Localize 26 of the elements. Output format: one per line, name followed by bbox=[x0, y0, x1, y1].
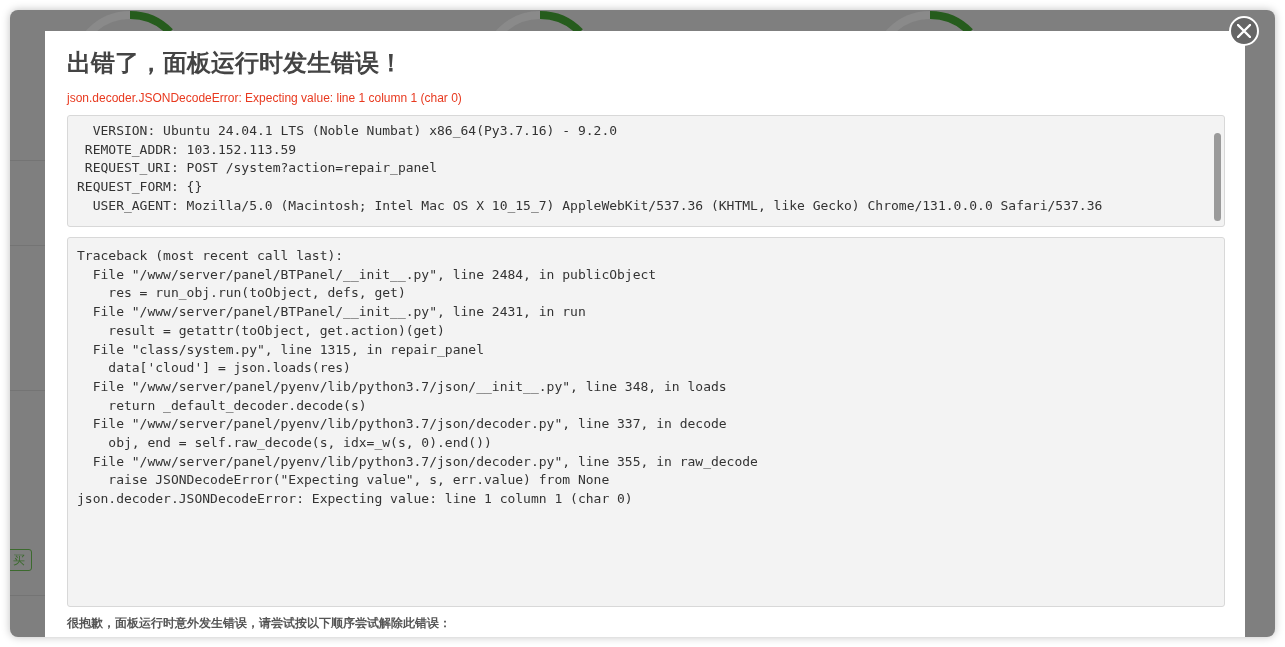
traceback-line: File "/www/server/panel/pyenv/lib/python3.7/json/decoder.py", line 337, in decode bbox=[91, 415, 727, 434]
traceback-line: File "/www/server/panel/BTPanel/__init__.py", line 2431, in run bbox=[91, 303, 586, 322]
request-info-line: USER_AGENT: Mozilla/5.0 (Macintosh; Intel Mac OS X 10_15_7) AppleWebKit/537.36 (KHTML, like Gecko) Chrome/131.0.0.0 Safari/537.36 bbox=[91, 196, 1103, 215]
scrollbar-thumb[interactable] bbox=[1214, 133, 1221, 221]
traceback-line: raise JSONDecodeError("Expecting value", s, err.value) from None bbox=[107, 471, 610, 490]
request-info-line: REQUEST_URI: POST /system?action=repair_panel bbox=[83, 159, 438, 178]
traceback-line: File "class/system.py", line 1315, in repair_panel bbox=[91, 340, 484, 359]
request-info-line: REQUEST_FORM: {} bbox=[77, 178, 203, 197]
traceback-line: return _default_decoder.decode(s) bbox=[107, 396, 367, 415]
buy-button[interactable]: 买 bbox=[10, 549, 32, 571]
request-info-line: REMOTE_ADDR: 103.152.113.59 bbox=[83, 140, 297, 159]
dialog-title: 出错了，面板运行时发生错误！ bbox=[67, 49, 404, 77]
traceback-line: obj, end = self.raw_decode(s, idx=_w(s, 0).end()) bbox=[107, 434, 492, 453]
traceback-line: File "/www/server/panel/pyenv/lib/python3.7/json/decoder.py", line 355, in raw_decode bbox=[91, 452, 758, 471]
traceback-line: res = run_obj.run(toObject, defs, get) bbox=[107, 284, 406, 303]
hint-text: 很抱歉，面板运行时意外发生错误，请尝试按以下顺序尝试解除此错误： bbox=[67, 616, 452, 630]
traceback-line: Traceback (most recent call last): bbox=[77, 247, 344, 265]
request-info-line: VERSION: Ubuntu 24.04.1 LTS (Noble Numbat) x86_64(Py3.7.16) - 9.2.0 bbox=[91, 122, 618, 140]
traceback-line: result = getattr(toObject, get.action)(get) bbox=[107, 321, 445, 340]
close-button[interactable] bbox=[1229, 16, 1259, 46]
error-message: json.decoder.JSONDecodeError: Expecting value: line 1 column 1 (char 0) bbox=[67, 91, 463, 105]
traceback-line: File "/www/server/panel/pyenv/lib/python3.7/json/__init__.py", line 348, in loads bbox=[91, 377, 727, 396]
traceback-line: File "/www/server/panel/BTPanel/__init__.py", line 2484, in publicObject bbox=[91, 265, 657, 284]
traceback-line: json.decoder.JSONDecodeError: Expecting value: line 1 column 1 (char 0) bbox=[77, 490, 633, 509]
traceback-line: data['cloud'] = json.loads(res) bbox=[107, 359, 351, 378]
close-icon bbox=[1237, 24, 1251, 38]
